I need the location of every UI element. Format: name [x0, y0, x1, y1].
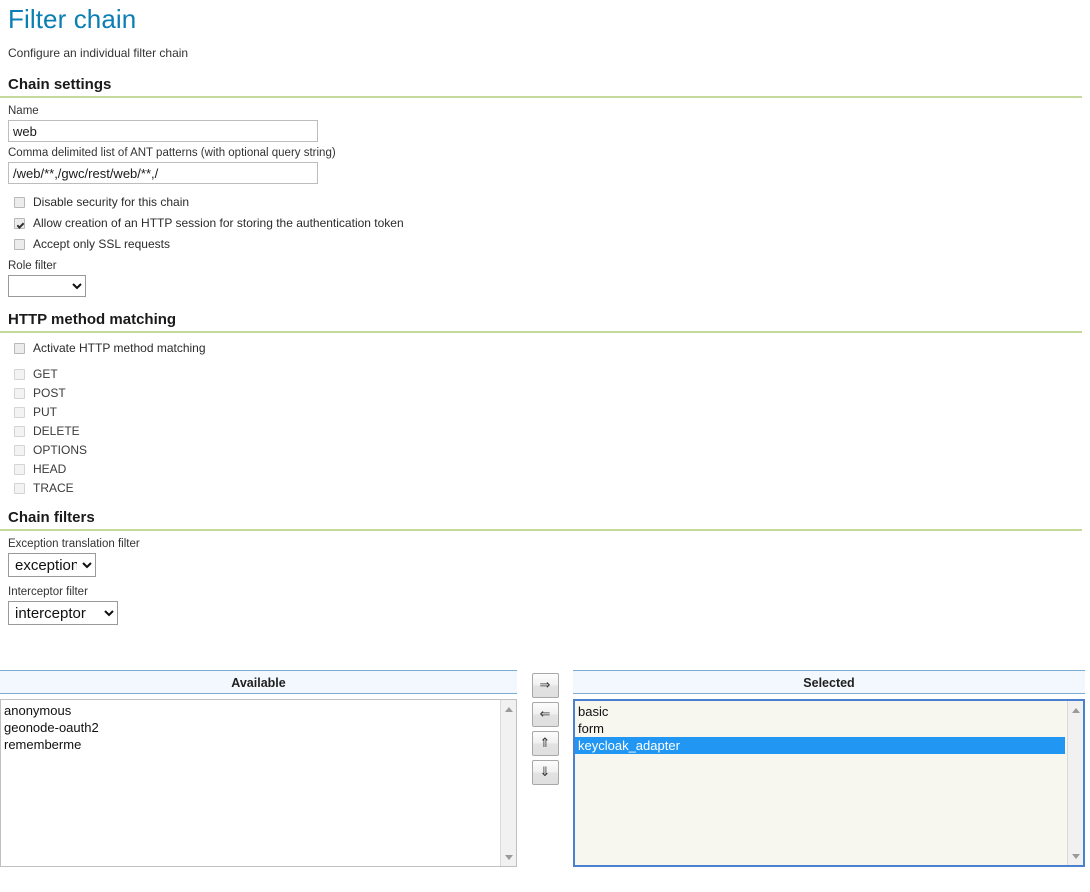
list-item-selected[interactable]: keycloak_adapter — [575, 737, 1065, 754]
list-item[interactable]: geonode-oauth2 — [1, 719, 516, 736]
selected-header: Selected — [573, 670, 1085, 694]
method-put-row[interactable]: PUT — [8, 403, 1090, 421]
method-post-label: POST — [33, 386, 66, 400]
ant-patterns-input[interactable] — [8, 162, 318, 184]
method-trace-row[interactable]: TRACE — [8, 479, 1090, 497]
disable-security-label: Disable security for this chain — [33, 195, 190, 209]
allow-http-session-label: Allow creation of an HTTP session for st… — [33, 216, 404, 230]
palette-buttons: ⇒ ⇐ ⇑ ⇓ — [517, 670, 573, 789]
activate-http-method-checkbox[interactable] — [14, 342, 25, 354]
method-get-label: GET — [33, 367, 58, 381]
allow-http-session-row[interactable]: Allow creation of an HTTP session for st… — [8, 214, 1090, 232]
selected-list[interactable]: basic form keycloak_adapter — [573, 699, 1085, 867]
remove-button[interactable]: ⇐ — [531, 702, 559, 727]
page-title: Filter chain — [8, 4, 137, 34]
name-input[interactable] — [8, 120, 318, 142]
selected-list-scrollbar[interactable] — [1067, 701, 1083, 865]
method-head-row[interactable]: HEAD — [8, 460, 1090, 478]
method-get-row[interactable]: GET — [8, 365, 1090, 383]
http-method-body: Activate HTTP method matching GET POST P… — [0, 339, 1090, 497]
interceptor-filter-label: Interceptor filter — [8, 586, 88, 598]
chain-settings-divider — [0, 96, 1082, 98]
selected-column: Selected basic form keycloak_adapter — [573, 670, 1085, 867]
scroll-down-icon[interactable] — [1068, 849, 1083, 863]
available-list-scrollbar[interactable] — [500, 700, 516, 866]
ssl-only-checkbox[interactable] — [14, 238, 25, 250]
http-method-heading: HTTP method matching — [8, 311, 177, 328]
list-item[interactable]: basic — [575, 703, 1083, 720]
filter-palette: Available anonymous geonode-oauth2 remem… — [0, 670, 1090, 867]
filter-chain-page: Filter chain Configure an individual fil… — [0, 0, 1090, 867]
method-post-row[interactable]: POST — [8, 384, 1090, 402]
list-item[interactable]: rememberme — [1, 736, 516, 753]
method-delete-row[interactable]: DELETE — [8, 422, 1090, 440]
available-header: Available — [0, 670, 517, 694]
ssl-only-label: Accept only SSL requests — [33, 237, 170, 251]
list-item[interactable]: anonymous — [1, 702, 516, 719]
exception-filter-select[interactable]: exception — [8, 553, 96, 577]
method-put-checkbox[interactable] — [14, 406, 25, 418]
method-options-label: OPTIONS — [33, 443, 88, 457]
available-list[interactable]: anonymous geonode-oauth2 rememberme — [0, 699, 517, 867]
chain-filters-section: Chain filters — [0, 509, 1090, 527]
method-head-label: HEAD — [33, 462, 67, 476]
role-filter-label: Role filter — [8, 260, 57, 272]
http-method-divider — [0, 331, 1082, 333]
http-method-section: HTTP method matching — [0, 311, 1090, 329]
activate-http-method-label: Activate HTTP method matching — [33, 341, 206, 355]
disable-security-row[interactable]: Disable security for this chain — [8, 193, 1090, 211]
move-up-button[interactable]: ⇑ — [531, 731, 559, 756]
method-delete-checkbox[interactable] — [14, 425, 25, 437]
add-button[interactable]: ⇒ — [531, 673, 559, 698]
method-options-checkbox[interactable] — [14, 444, 25, 456]
chain-filters-divider — [0, 529, 1082, 531]
method-trace-checkbox[interactable] — [14, 482, 25, 494]
chain-settings-heading: Chain settings — [8, 76, 112, 93]
method-delete-label: DELETE — [33, 424, 80, 438]
method-trace-label: TRACE — [33, 481, 74, 495]
scroll-up-icon[interactable] — [501, 702, 516, 716]
chain-settings-section: Chain settings — [0, 76, 1090, 94]
method-put-label: PUT — [33, 405, 57, 419]
page-subtitle: Configure an individual filter chain — [8, 46, 189, 60]
available-column: Available anonymous geonode-oauth2 remem… — [0, 670, 517, 867]
method-get-checkbox[interactable] — [14, 368, 25, 380]
scroll-down-icon[interactable] — [501, 850, 516, 864]
method-head-checkbox[interactable] — [14, 463, 25, 475]
scroll-up-icon[interactable] — [1068, 703, 1083, 717]
disable-security-checkbox[interactable] — [14, 196, 25, 208]
ssl-only-row[interactable]: Accept only SSL requests — [8, 235, 1090, 253]
chain-filters-body: Exception translation filter exception I… — [0, 537, 1090, 625]
exception-filter-label: Exception translation filter — [8, 538, 140, 550]
method-post-checkbox[interactable] — [14, 387, 25, 399]
activate-http-method-row[interactable]: Activate HTTP method matching — [8, 339, 1090, 357]
allow-http-session-checkbox[interactable] — [14, 217, 25, 229]
name-label: Name — [8, 105, 39, 117]
move-down-button[interactable]: ⇓ — [531, 760, 559, 785]
interceptor-filter-select[interactable]: interceptor — [8, 601, 118, 625]
chain-settings-body: Name Comma delimited list of ANT pattern… — [0, 104, 1090, 297]
ant-patterns-label: Comma delimited list of ANT patterns (wi… — [8, 147, 336, 159]
method-options-row[interactable]: OPTIONS — [8, 441, 1090, 459]
list-item[interactable]: form — [575, 720, 1083, 737]
role-filter-select[interactable] — [8, 275, 86, 297]
chain-filters-heading: Chain filters — [8, 509, 95, 526]
